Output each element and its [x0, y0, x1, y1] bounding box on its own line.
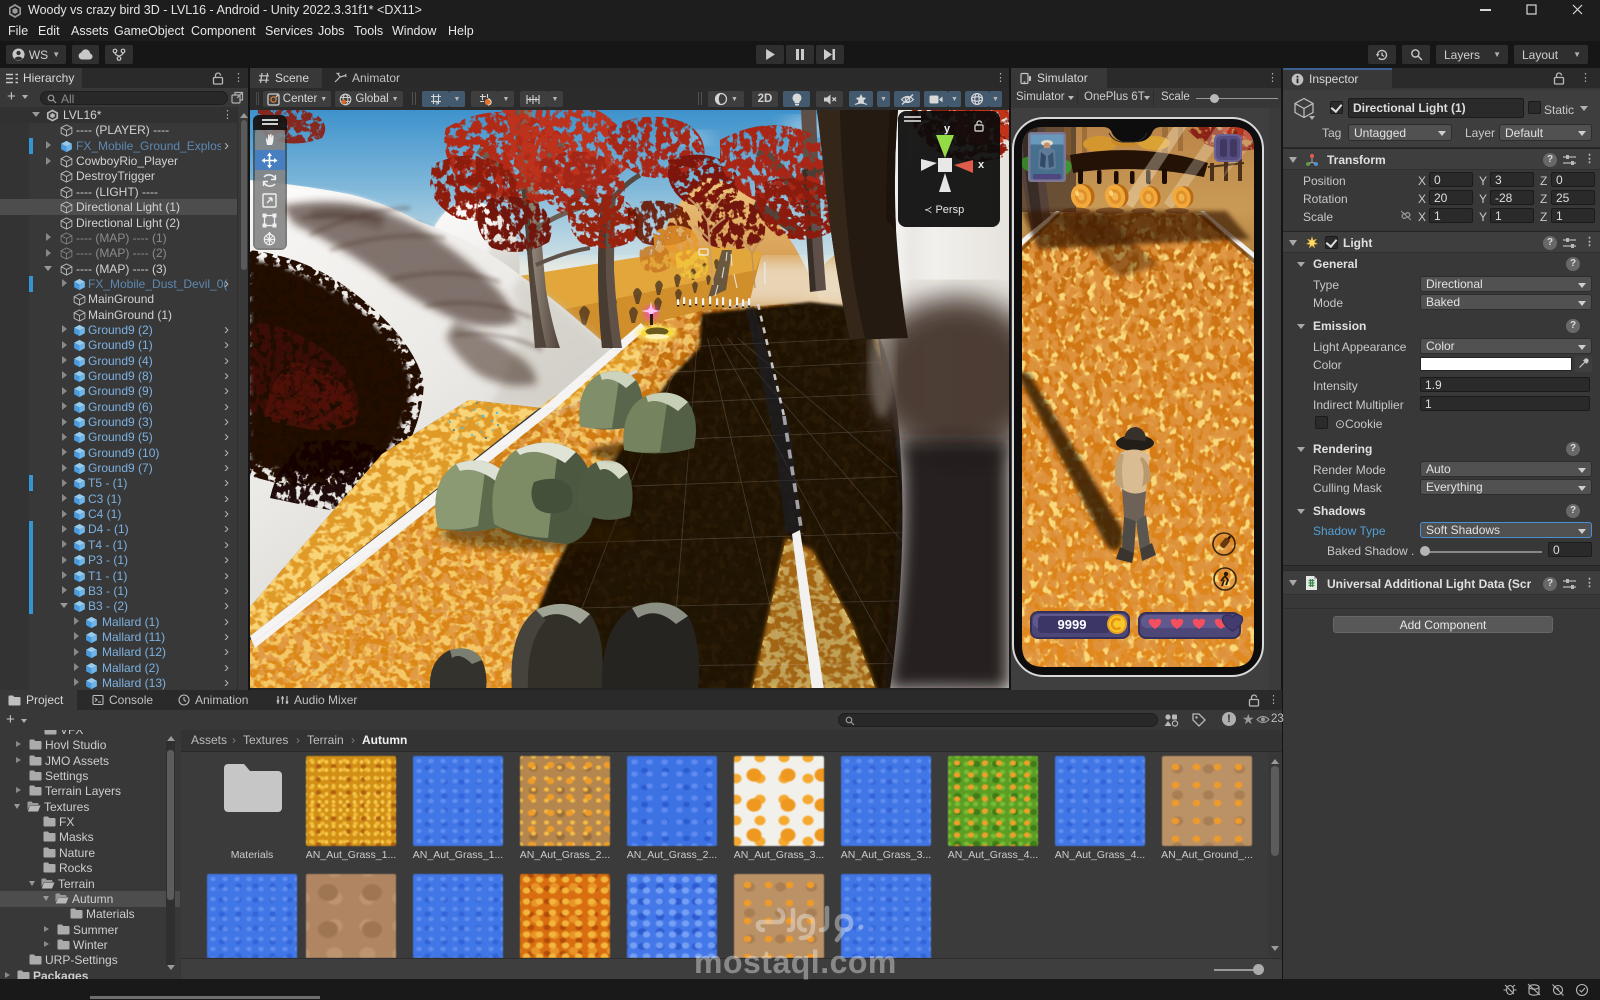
svg-text:9999: 9999	[1058, 617, 1087, 632]
svg-text:Y: Y	[435, 101, 439, 106]
